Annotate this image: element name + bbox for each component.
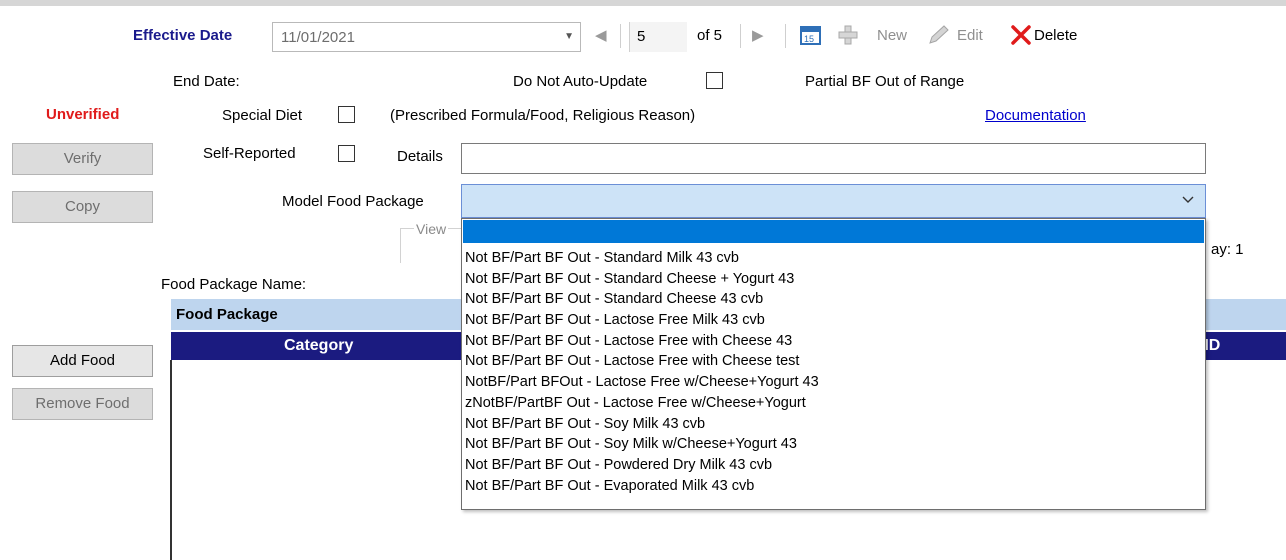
- record-index-value: 5: [637, 28, 646, 45]
- verify-button[interactable]: Verify: [12, 143, 153, 175]
- delete-button[interactable]: Delete: [1034, 27, 1077, 44]
- toolbar-separator: [620, 24, 621, 48]
- window-top-border: [0, 0, 1286, 6]
- copy-button[interactable]: Copy: [12, 191, 153, 223]
- dropdown-option[interactable]: Not BF/Part BF Out - Evaporated Milk 43 …: [465, 476, 819, 497]
- dropdown-options: Not BF/Part BF Out - Standard Milk 43 cv…: [465, 248, 819, 496]
- dropdown-arrow-icon[interactable]: ▼: [564, 31, 574, 42]
- self-reported-checkbox[interactable]: [338, 145, 355, 162]
- dropdown-option[interactable]: Not BF/Part BF Out - Lactose Free with C…: [465, 331, 819, 352]
- do-not-auto-update-checkbox[interactable]: [706, 72, 723, 89]
- food-package-title: Food Package: [176, 306, 278, 323]
- edit-button[interactable]: Edit: [957, 27, 983, 44]
- model-food-package-label: Model Food Package: [282, 193, 424, 210]
- special-diet-note: (Prescribed Formula/Food, Religious Reas…: [390, 107, 696, 124]
- dropdown-selected-item[interactable]: [463, 220, 1204, 243]
- details-input[interactable]: [461, 143, 1206, 174]
- view-group-label: View: [414, 221, 449, 237]
- chevron-down-icon[interactable]: [1181, 192, 1195, 210]
- next-record-icon[interactable]: ▶: [752, 26, 764, 44]
- toolbar-separator: [785, 24, 786, 48]
- special-diet-label: Special Diet: [222, 107, 303, 124]
- svg-text:15: 15: [804, 34, 814, 44]
- dropdown-option[interactable]: Not BF/Part BF Out - Standard Cheese 43 …: [465, 289, 819, 310]
- plus-icon[interactable]: [837, 24, 859, 50]
- effective-date-value: 11/01/2021: [281, 29, 355, 46]
- dropdown-option[interactable]: Not BF/Part BF Out - Soy Milk 43 cvb: [465, 414, 819, 435]
- partial-bf-out-of-range-label: Partial BF Out of Range: [805, 73, 965, 90]
- pencil-icon[interactable]: [927, 24, 951, 50]
- do-not-auto-update-label: Do Not Auto-Update: [513, 73, 648, 90]
- verification-status: Unverified: [46, 106, 120, 123]
- toolbar-separator: [740, 24, 741, 48]
- calendar-icon[interactable]: 15: [800, 24, 822, 50]
- day-label: ay: 1: [1211, 241, 1244, 258]
- dropdown-option[interactable]: NotBF/Part BFOut - Lactose Free w/Cheese…: [465, 372, 819, 393]
- new-button[interactable]: New: [877, 27, 907, 44]
- effective-date-label: Effective Date: [133, 27, 233, 44]
- dropdown-option[interactable]: Not BF/Part BF Out - Standard Cheese + Y…: [465, 269, 819, 290]
- food-package-name-label: Food Package Name:: [161, 276, 307, 293]
- dropdown-option[interactable]: Not BF/Part BF Out - Lactose Free with C…: [465, 351, 819, 372]
- model-food-package-dropdown-list[interactable]: Not BF/Part BF Out - Standard Milk 43 cv…: [461, 218, 1206, 510]
- dropdown-option[interactable]: zNotBF/PartBF Out - Lactose Free w/Chees…: [465, 393, 819, 414]
- self-reported-label: Self-Reported: [203, 145, 296, 162]
- model-food-package-select[interactable]: [461, 184, 1206, 218]
- category-column-header[interactable]: Category: [284, 337, 353, 355]
- details-label: Details: [397, 148, 443, 165]
- effective-date-combobox[interactable]: 11/01/2021 ▼: [272, 22, 581, 52]
- end-date-label: End Date:: [173, 73, 240, 90]
- dropdown-option[interactable]: Not BF/Part BF Out - Standard Milk 43 cv…: [465, 248, 819, 269]
- dropdown-option[interactable]: Not BF/Part BF Out - Lactose Free Milk 4…: [465, 310, 819, 331]
- record-index-input[interactable]: 5: [629, 22, 687, 52]
- documentation-link[interactable]: Documentation: [985, 107, 1086, 124]
- special-diet-checkbox[interactable]: [338, 106, 355, 123]
- dropdown-option[interactable]: Not BF/Part BF Out - Soy Milk w/Cheese+Y…: [465, 434, 819, 455]
- remove-food-button[interactable]: Remove Food: [12, 388, 153, 420]
- close-x-icon[interactable]: [1010, 24, 1032, 50]
- add-food-button[interactable]: Add Food: [12, 345, 153, 377]
- dropdown-option[interactable]: Not BF/Part BF Out - Powdered Dry Milk 4…: [465, 455, 819, 476]
- record-total: of 5: [697, 27, 723, 44]
- grid-left-border: [170, 360, 172, 560]
- previous-record-icon[interactable]: ◀: [595, 26, 607, 44]
